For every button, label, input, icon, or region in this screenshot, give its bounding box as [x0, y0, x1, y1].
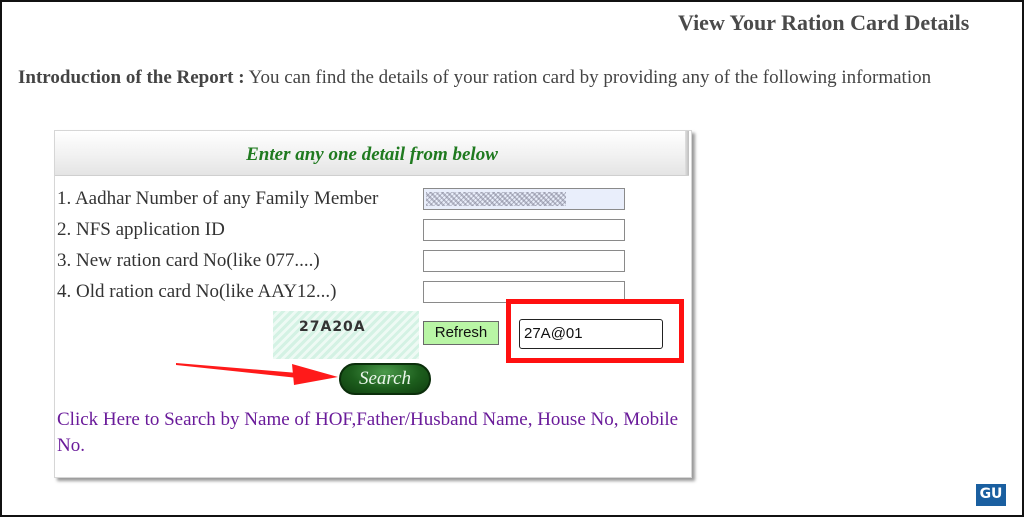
- captcha-text: 27A20A: [299, 319, 366, 335]
- aadhar-input[interactable]: [423, 188, 625, 210]
- intro-paragraph: Introduction of the Report : You can fin…: [18, 67, 1020, 89]
- gadgets-to-use-logo-icon: GU: [976, 484, 1006, 506]
- blurred-aadhar-value: [426, 192, 566, 206]
- red-arrow-icon: [176, 363, 338, 385]
- new-card-label: 3. New ration card No(like 077....): [57, 250, 320, 271]
- intro-label: Introduction of the Report :: [18, 67, 245, 88]
- captcha-highlight-box: [506, 299, 684, 363]
- panel-header: Enter any one detail from below: [55, 131, 689, 176]
- nfs-id-input[interactable]: [423, 219, 625, 241]
- aadhar-label: 1. Aadhar Number of any Family Member: [57, 188, 379, 209]
- nfs-id-label: 2. NFS application ID: [57, 219, 225, 240]
- search-button[interactable]: Search: [339, 363, 431, 395]
- page-title: View Your Ration Card Details: [678, 10, 970, 35]
- search-by-hof-link[interactable]: Click Here to Search by Name of HOF,Fath…: [57, 407, 687, 459]
- refresh-button[interactable]: Refresh: [423, 321, 499, 345]
- new-card-input[interactable]: [423, 250, 625, 272]
- intro-text: You can find the details of your ration …: [244, 67, 932, 88]
- old-card-label: 4. Old ration card No(like AAY12...): [57, 281, 337, 302]
- panel-heading: Enter any one detail from below: [246, 144, 498, 165]
